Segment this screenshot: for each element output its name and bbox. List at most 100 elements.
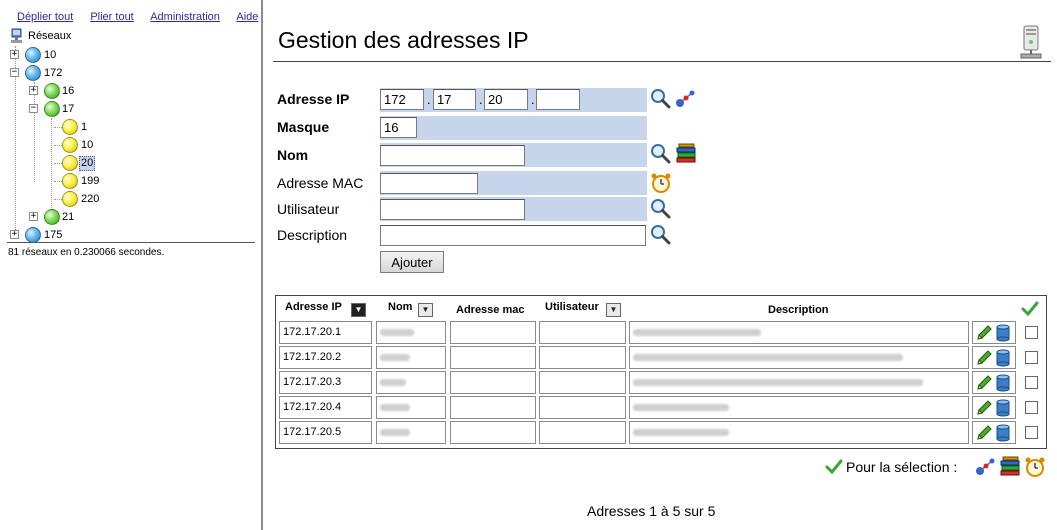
name-input[interactable] — [380, 145, 525, 166]
mac-cell — [450, 421, 536, 444]
user-cell — [539, 421, 626, 444]
header-name[interactable]: Nom — [388, 301, 412, 313]
expand-icon[interactable]: + — [10, 230, 19, 239]
description-cell — [629, 346, 969, 369]
row-checkbox[interactable] — [1025, 351, 1038, 364]
redacted-text — [633, 429, 729, 436]
tree-label: 175 — [44, 229, 63, 241]
ip-separator: . — [427, 92, 431, 107]
ip-octet-3-input[interactable] — [484, 89, 528, 110]
row-checkbox[interactable] — [1025, 376, 1038, 389]
tree-label: 172 — [44, 67, 63, 79]
main-pane: Gestion des adresses IP Adresse IP . . .… — [265, 0, 1057, 530]
ip-octet-4-input[interactable] — [536, 89, 580, 110]
selection-label: Pour la sélection : — [846, 459, 958, 475]
header-user[interactable]: Utilisateur — [545, 301, 599, 313]
redacted-text — [633, 354, 903, 361]
add-button[interactable]: Ajouter — [380, 251, 444, 273]
pencil-icon[interactable] — [975, 349, 993, 367]
mac-cell — [450, 396, 536, 419]
row-checkbox[interactable] — [1025, 426, 1038, 439]
books-icon[interactable] — [675, 143, 697, 165]
network-green-icon — [44, 101, 60, 117]
pencil-icon[interactable] — [975, 399, 993, 417]
search-icon[interactable] — [650, 88, 672, 110]
tree-node-220[interactable]: 220 — [62, 191, 112, 207]
select-cell — [1019, 396, 1043, 419]
mask-label: Masque — [277, 119, 330, 135]
mac-cell — [450, 321, 536, 344]
collapse-icon[interactable]: − — [10, 68, 19, 77]
tree-node-20[interactable]: 20 — [62, 155, 112, 171]
network-yellow-icon — [62, 173, 78, 189]
books-icon[interactable] — [999, 456, 1021, 478]
top-nav: Déplier tout Plier tout Administration A… — [0, 0, 261, 24]
tree-node-10[interactable]: + 10 — [10, 47, 70, 63]
sort-ip-button[interactable]: ▼ — [351, 303, 366, 317]
tree-label: 16 — [62, 85, 75, 97]
search-icon[interactable] — [650, 224, 672, 246]
expand-icon[interactable]: + — [29, 212, 38, 221]
mac-input[interactable] — [380, 173, 478, 194]
sort-user-button[interactable]: ▼ — [606, 303, 621, 317]
ip-octet-1-input[interactable] — [380, 89, 424, 110]
sort-name-button[interactable]: ▼ — [418, 303, 433, 317]
tree-node-10-sub[interactable]: 10 — [62, 137, 112, 153]
database-icon[interactable] — [995, 324, 1011, 342]
ip-cell: 172.17.20.2 — [279, 346, 372, 369]
mac-cell — [450, 346, 536, 369]
tree-label: Réseaux — [28, 30, 72, 42]
search-icon[interactable] — [650, 143, 672, 165]
description-input[interactable] — [380, 225, 646, 246]
ip-octet-2-input[interactable] — [433, 89, 476, 110]
redacted-text — [380, 354, 410, 361]
expand-icon[interactable]: + — [10, 50, 19, 59]
alarm-clock-icon[interactable] — [650, 172, 672, 194]
administration-link[interactable]: Administration — [150, 11, 220, 23]
header-description: Description — [768, 304, 829, 316]
ip-separator: . — [531, 92, 535, 107]
tree-label-selected: 20 — [79, 156, 96, 171]
checkmark-icon[interactable] — [1021, 301, 1039, 317]
table-row: 172.17.20.4 — [276, 396, 1046, 420]
user-input[interactable] — [380, 199, 525, 220]
tree-node-199[interactable]: 199 — [62, 173, 112, 189]
actions-cell — [972, 396, 1016, 419]
user-cell — [539, 371, 626, 394]
tree-node-172[interactable]: − 172 — [10, 65, 90, 81]
pencil-icon[interactable] — [975, 424, 993, 442]
name-cell — [376, 321, 446, 344]
database-icon[interactable] — [995, 374, 1011, 392]
database-icon[interactable] — [995, 399, 1011, 417]
tree-node-21[interactable]: + 21 — [29, 209, 89, 225]
row-checkbox[interactable] — [1025, 326, 1038, 339]
tree-node-16[interactable]: + 16 — [29, 83, 89, 99]
search-icon[interactable] — [650, 198, 672, 220]
database-icon[interactable] — [995, 424, 1011, 442]
tree-node-17[interactable]: − 17 — [29, 101, 89, 117]
left-pane: Déplier tout Plier tout Administration A… — [0, 0, 263, 530]
expand-icon[interactable]: + — [29, 86, 38, 95]
collapse-icon[interactable]: − — [29, 104, 38, 113]
help-link[interactable]: Aide — [236, 11, 258, 23]
mac-cell — [450, 371, 536, 394]
header-ip[interactable]: Adresse IP — [285, 301, 342, 313]
actions-cell — [972, 321, 1016, 344]
row-checkbox[interactable] — [1025, 401, 1038, 414]
tree-node-175[interactable]: + 175 — [10, 227, 90, 243]
molecule-icon[interactable] — [674, 88, 696, 110]
user-label: Utilisateur — [277, 201, 340, 217]
collapse-all-link[interactable]: Plier tout — [90, 11, 133, 23]
name-cell — [376, 421, 446, 444]
pencil-icon[interactable] — [975, 324, 993, 342]
database-icon[interactable] — [995, 349, 1011, 367]
tree-node-1[interactable]: 1 — [62, 119, 112, 135]
network-yellow-icon — [62, 191, 78, 207]
pencil-icon[interactable] — [975, 374, 993, 392]
expand-all-link[interactable]: Déplier tout — [17, 11, 73, 23]
molecule-icon[interactable] — [974, 456, 996, 478]
select-cell — [1019, 371, 1043, 394]
tree-label: 1 — [81, 121, 88, 133]
alarm-clock-icon[interactable] — [1024, 456, 1046, 478]
mask-input[interactable] — [380, 117, 417, 138]
